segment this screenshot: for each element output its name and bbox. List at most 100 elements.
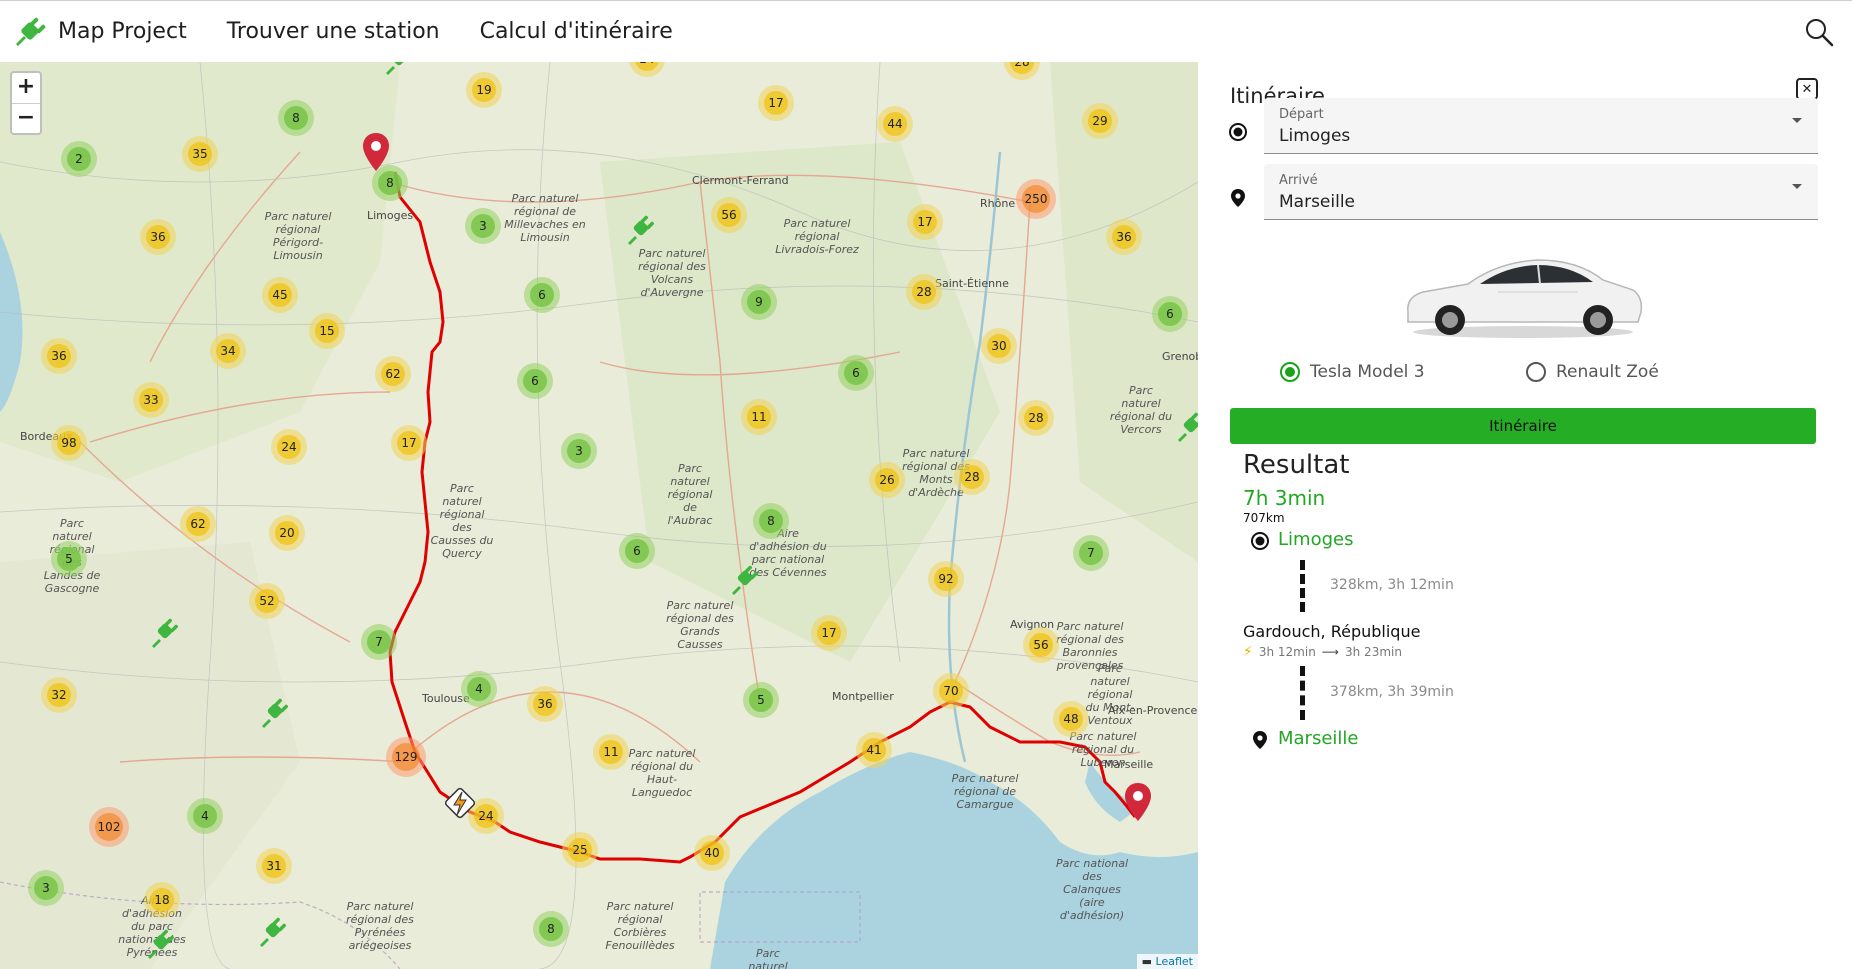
station-cluster[interactable]: 45 [262,277,298,313]
station-cluster[interactable]: 8 [753,503,789,539]
station-cluster[interactable]: 19 [466,72,502,108]
compute-route-button[interactable]: Itinéraire [1230,408,1816,444]
station-cluster[interactable]: 6 [1152,296,1188,332]
station-cluster[interactable]: 102 [89,807,129,847]
map-attribution-link[interactable]: ▬ Leaflet [1136,954,1198,969]
charging-station-marker-icon[interactable] [146,927,174,961]
charging-station-marker-icon[interactable] [384,62,412,77]
station-cluster[interactable]: 18 [144,882,180,918]
cluster-count: 25 [568,838,592,862]
station-cluster[interactable]: 11 [741,399,777,435]
station-cluster[interactable]: 28 [1018,400,1054,436]
station-cluster[interactable]: 25 [562,832,598,868]
station-cluster[interactable]: 6 [838,355,874,391]
station-cluster[interactable]: 28 [906,274,942,310]
cluster-count: 6 [530,283,554,307]
cluster-count: 15 [315,319,339,343]
station-cluster[interactable]: 15 [309,313,345,349]
cluster-count: 28 [960,465,984,489]
station-cluster[interactable]: 36 [41,338,77,374]
segment-2-info: 378km, 3h 39min [1330,684,1454,700]
station-cluster[interactable]: 30 [981,328,1017,364]
station-cluster[interactable]: 20 [269,515,305,551]
station-cluster[interactable]: 31 [256,848,292,884]
station-cluster[interactable]: 36 [140,219,176,255]
end-location-pin-icon[interactable] [1124,782,1152,822]
station-cluster[interactable]: 5 [743,682,779,718]
station-cluster[interactable]: 56 [711,197,747,233]
radio-tesla-model-3[interactable]: Tesla Model 3 [1280,362,1425,382]
brand[interactable]: Map Project [12,14,187,50]
station-cluster[interactable]: 129 [386,737,426,777]
station-cluster[interactable]: 40 [694,835,730,871]
station-cluster[interactable]: 34 [210,333,246,369]
close-button[interactable]: ✕ [1796,78,1818,100]
station-cluster[interactable]: 62 [375,356,411,392]
station-cluster[interactable]: 4 [187,798,223,834]
station-cluster[interactable]: 250 [1016,179,1056,219]
charging-station-marker-icon[interactable] [626,213,654,247]
station-cluster[interactable]: 70 [933,673,969,709]
station-cluster[interactable]: 56 [1023,627,1059,663]
nav-link-route-planner[interactable]: Calcul d'itinéraire [480,19,673,44]
start-location-pin-icon[interactable] [362,132,390,172]
station-cluster[interactable]: 33 [133,382,169,418]
station-cluster[interactable]: 2 [61,141,97,177]
station-cluster[interactable]: 6 [619,533,655,569]
station-cluster[interactable]: 8 [533,911,569,947]
charging-station-marker-icon[interactable] [730,563,758,597]
station-cluster[interactable]: 26 [869,462,905,498]
search-icon[interactable] [1804,17,1834,47]
station-cluster[interactable]: 32 [41,677,77,713]
station-cluster[interactable]: 7 [1073,535,1109,571]
station-cluster[interactable]: 36 [1106,219,1142,255]
station-cluster[interactable]: 17 [811,615,847,651]
station-cluster[interactable]: 11 [593,734,629,770]
station-cluster[interactable]: 28 [954,459,990,495]
map-view[interactable]: Parc naturel régional de Millevaches en … [0,62,1198,969]
arrive-select[interactable]: Arrivé Marseille [1264,164,1818,220]
cluster-count: 48 [1059,707,1083,731]
cluster-count: 7 [367,630,391,654]
charging-station-marker-icon[interactable] [150,616,178,650]
station-cluster[interactable]: 48 [1053,701,1089,737]
station-cluster[interactable]: 4 [461,671,497,707]
station-cluster[interactable]: 8 [278,100,314,136]
station-cluster[interactable]: 9 [741,284,777,320]
station-cluster[interactable]: 6 [524,277,560,313]
cluster-count: 45 [268,283,292,307]
station-cluster[interactable]: 3 [561,433,597,469]
cluster-count: 17 [764,91,788,115]
station-cluster[interactable]: 24 [271,429,307,465]
station-cluster[interactable]: 5 [51,541,87,577]
charging-station-marker-icon[interactable] [1176,410,1198,444]
zoom-in-button[interactable]: + [12,73,40,103]
station-cluster[interactable]: 35 [182,136,218,172]
station-cluster[interactable]: 3 [28,870,64,906]
station-cluster[interactable]: 62 [180,506,216,542]
station-cluster[interactable]: 17 [907,204,943,240]
station-cluster[interactable]: 44 [877,106,913,142]
cluster-count: 11 [747,405,771,429]
charging-station-marker-icon[interactable] [258,915,286,949]
cluster-count: 4 [467,677,491,701]
station-cluster[interactable]: 52 [249,583,285,619]
station-cluster[interactable]: 98 [51,425,87,461]
end-city: Marseille [1278,728,1359,749]
station-cluster[interactable]: 7 [361,624,397,660]
radio-renault-zoe[interactable]: Renault Zoé [1526,362,1659,382]
station-cluster[interactable]: 17 [758,85,794,121]
station-cluster[interactable]: 6 [517,363,553,399]
station-cluster[interactable]: 41 [856,732,892,768]
charging-stop-marker-icon[interactable] [443,786,477,820]
cluster-count: 8 [759,509,783,533]
station-cluster[interactable]: 17 [391,425,427,461]
station-cluster[interactable]: 92 [928,561,964,597]
nav-link-find-station[interactable]: Trouver une station [227,19,440,44]
station-cluster[interactable]: 36 [527,686,563,722]
depart-select[interactable]: Départ Limoges [1264,98,1818,154]
station-cluster[interactable]: 29 [1082,103,1118,139]
charging-station-marker-icon[interactable] [260,696,288,730]
station-cluster[interactable]: 3 [465,208,501,244]
zoom-out-button[interactable]: − [12,103,40,133]
